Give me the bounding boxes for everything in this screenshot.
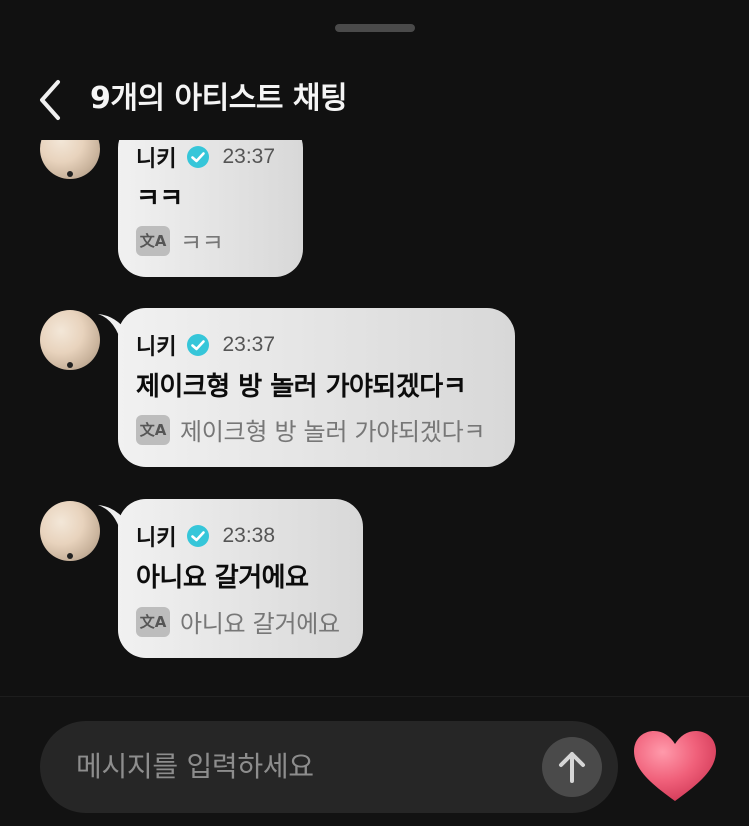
translation-row: 文A ㅋㅋ (136, 223, 224, 258)
translation-row: 文A 제이크형 방 놀러 가야되겠다ㅋ (136, 412, 485, 447)
verified-check-icon (187, 146, 210, 168)
avatar[interactable] (40, 140, 100, 179)
send-button[interactable] (542, 737, 602, 797)
back-button[interactable] (36, 78, 66, 122)
translate-icon: 文A (136, 414, 170, 445)
avatar[interactable] (40, 501, 100, 561)
chevron-left-icon (40, 80, 60, 120)
translate-icon: 文A (136, 225, 170, 256)
composer-bar: 메시지를 입력하세요 (0, 696, 749, 826)
translation-row: 文A 아니요 갈거에요 (136, 604, 340, 639)
message-time: 23:37 (222, 145, 276, 168)
sender-name: 니키 (136, 335, 177, 360)
message-time: 23:38 (222, 524, 276, 547)
message-list[interactable]: 니키 23:37 ㅋㅋ 文A ㅋㅋ 니키 23:37 제이크형 방 놀러 가야되… (0, 140, 749, 696)
translation-text: 제이크형 방 놀러 가야되겠다ㅋ (180, 418, 486, 446)
message-meta: 니키 23:38 (136, 521, 275, 551)
avatar[interactable] (40, 310, 100, 370)
arrow-up-icon (559, 752, 585, 783)
verified-check-icon (187, 334, 210, 356)
verified-check-icon (187, 525, 210, 547)
heart-icon (634, 731, 716, 801)
message-text: 아니요 갈거에요 (136, 563, 309, 593)
sender-name: 니키 (136, 526, 177, 551)
avatar-detail (67, 362, 73, 368)
like-button[interactable] (630, 729, 720, 805)
sender-name: 니키 (136, 147, 177, 172)
message-text: 제이크형 방 놀러 가야되겠다ㅋ (136, 372, 467, 402)
message-bubble[interactable]: 니키 23:38 아니요 갈거에요 文A 아니요 갈거에요 (118, 499, 363, 658)
message-text: ㅋㅋ (136, 184, 183, 214)
message-time: 23:37 (222, 333, 276, 356)
header: 9개의 아티스트 채팅 (0, 60, 749, 140)
message-meta: 니키 23:37 (136, 330, 275, 360)
sheet-handle[interactable] (335, 24, 415, 32)
message-input[interactable]: 메시지를 입력하세요 (40, 721, 618, 813)
message-input-placeholder: 메시지를 입력하세요 (76, 750, 314, 783)
message-bubble[interactable]: 니키 23:37 제이크형 방 놀러 가야되겠다ㅋ 文A 제이크형 방 놀러 가… (118, 308, 515, 467)
message-bubble[interactable]: 니키 23:37 ㅋㅋ 文A ㅋㅋ (118, 140, 303, 277)
translation-text: 아니요 갈거에요 (180, 610, 340, 638)
avatar-detail (67, 553, 73, 559)
page-title: 9개의 아티스트 채팅 (90, 81, 348, 116)
message-meta: 니키 23:37 (136, 142, 275, 172)
translation-text: ㅋㅋ (180, 229, 224, 257)
avatar-detail (67, 171, 73, 177)
translate-icon: 文A (136, 606, 170, 637)
